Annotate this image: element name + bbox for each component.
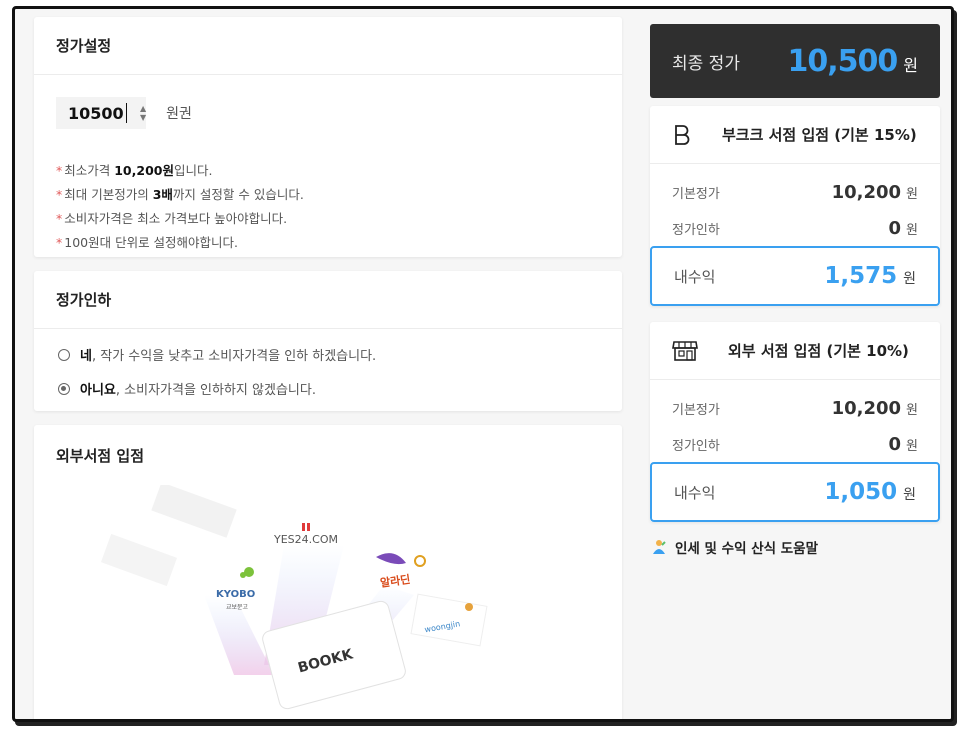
discount-option-yes[interactable]: 네, 작가 수익을 낮추고 소비자가격을 인하 하겠습니다. bbox=[58, 345, 376, 364]
stepper-up-icon[interactable]: ▲ bbox=[140, 104, 146, 113]
note-item: * 100원대 단위로 설정해야합니다. bbox=[56, 231, 304, 255]
note-text: 최소가격 bbox=[64, 163, 115, 178]
income-label: 내수익 bbox=[674, 267, 716, 286]
discount-value: 0 bbox=[888, 218, 902, 239]
price-input-value: 10500 bbox=[68, 103, 124, 123]
external-store-card: 외부 서점 입점 (기본 10%) 기본정가 10,200 원 정가인하 0 원… bbox=[650, 322, 940, 522]
unit-label: 원 bbox=[906, 223, 918, 238]
svg-text:YES24.COM: YES24.COM bbox=[273, 533, 338, 546]
deco-card bbox=[100, 533, 178, 587]
income-value: 1,575 bbox=[824, 263, 898, 289]
bookk-store-card: 부크크 서점 입점 (기본 15%) 기본정가 10,200 원 정가인하 0 … bbox=[650, 106, 940, 306]
bookk-store-header: 부크크 서점 입점 (기본 15%) bbox=[650, 106, 940, 164]
note-star-icon: * bbox=[56, 163, 63, 178]
unit-label: 원 bbox=[903, 271, 916, 287]
price-input[interactable]: 10500 bbox=[56, 97, 146, 129]
final-price-label: 최종 정가 bbox=[672, 53, 740, 74]
radio-yes[interactable] bbox=[58, 348, 70, 361]
unit-label: 원 bbox=[906, 403, 918, 418]
option-no-bold: 아니요 bbox=[80, 383, 116, 398]
external-store-title: 외부 서점 입점 (기본 10%) bbox=[728, 342, 909, 360]
income-value: 1,050 bbox=[824, 479, 898, 505]
note-star-icon: * bbox=[56, 187, 63, 202]
svg-text:KYOBO: KYOBO bbox=[216, 589, 255, 600]
bookk-income-box: 내수익 1,575 원 bbox=[650, 246, 940, 306]
svg-text:알라딘: 알라딘 bbox=[379, 572, 411, 590]
unit-label: 원 bbox=[906, 439, 918, 454]
price-input-row: 10500 ▲ ▼ 원권 bbox=[56, 97, 192, 129]
final-price-unit: 원 bbox=[903, 56, 918, 75]
note-item: * 최대 기본정가의 3배까지 설정할 수 있습니다. bbox=[56, 183, 304, 207]
base-price-value: 10,200 bbox=[831, 398, 902, 419]
option-yes-text: , 작가 수익을 낮추고 소비자가격을 인하 하겠습니다. bbox=[91, 349, 377, 364]
base-price-label: 기본정가 bbox=[672, 187, 720, 202]
option-yes-bold: 네 bbox=[80, 349, 92, 364]
royalty-help-link[interactable]: 인세 및 수익 산식 도움말 bbox=[651, 537, 818, 557]
yes24-logo: YES24.COM bbox=[273, 523, 338, 546]
ext-base-price-row: 기본정가 10,200 원 bbox=[672, 398, 918, 419]
ext-income-box: 내수익 1,050 원 bbox=[650, 462, 940, 522]
price-unit-label: 원권 bbox=[166, 106, 192, 122]
ext-discount-row: 정가인하 0 원 bbox=[672, 434, 918, 455]
discount-label: 정가인하 bbox=[672, 223, 720, 238]
bookk-discount-row: 정가인하 0 원 bbox=[672, 218, 918, 239]
note-bold: 10,200원 bbox=[114, 163, 174, 178]
help-person-icon bbox=[653, 540, 666, 554]
discount-title: 정가인하 bbox=[34, 271, 622, 329]
note-text: 100원대 단위로 설정해야합니다. bbox=[64, 235, 239, 250]
note-star-icon: * bbox=[56, 211, 63, 226]
option-no-text: , 소비자가격을 인하하지 않겠습니다. bbox=[115, 383, 316, 398]
svg-text:교보문고: 교보문고 bbox=[226, 604, 249, 611]
discount-option-no[interactable]: 아니요, 소비자가격을 인하하지 않겠습니다. bbox=[58, 379, 316, 398]
price-notes: * 최소가격 10,200원입니다. * 최대 기본정가의 3배까지 설정할 수 있… bbox=[56, 159, 304, 255]
discount-card: 정가인하 네, 작가 수익을 낮추고 소비자가격을 인하 하겠습니다. 아니요,… bbox=[34, 271, 622, 411]
help-link-label: 인세 및 수익 산식 도움말 bbox=[675, 541, 818, 557]
note-item: * 최소가격 10,200원입니다. bbox=[56, 159, 304, 183]
income-label: 내수익 bbox=[674, 483, 716, 502]
note-star-icon: * bbox=[56, 235, 63, 250]
price-setting-card: 정가설정 10500 ▲ ▼ 원권 * 최소가격 10,200원입니다. * 최대 … bbox=[34, 17, 622, 257]
woongjin-logo: woongjin bbox=[410, 593, 488, 647]
base-price-value: 10,200 bbox=[831, 182, 902, 203]
stepper-down-icon[interactable]: ▼ bbox=[140, 113, 146, 122]
bookk-base-price-row: 기본정가 10,200 원 bbox=[672, 182, 918, 203]
bookk-store-title: 부크크 서점 입점 (기본 15%) bbox=[722, 126, 917, 144]
external-store-header: 외부 서점 입점 (기본 10%) bbox=[650, 322, 940, 380]
bookk-b-icon bbox=[675, 124, 690, 145]
deco-card bbox=[151, 485, 237, 538]
price-setting-title: 정가설정 bbox=[34, 17, 622, 75]
price-stepper[interactable]: ▲ ▼ bbox=[140, 104, 146, 122]
radio-no[interactable] bbox=[58, 382, 70, 395]
note-text: 까지 설정할 수 있습니다. bbox=[172, 187, 304, 202]
note-text: 입니다. bbox=[173, 163, 213, 178]
unit-label: 원 bbox=[903, 487, 916, 503]
note-item: * 소비자가격은 최소 가격보다 높아야합니다. bbox=[56, 207, 304, 231]
storefront-icon bbox=[672, 340, 698, 361]
discount-value: 0 bbox=[888, 434, 902, 455]
final-price-value: 10,500 bbox=[787, 43, 898, 79]
note-text: 소비자가격은 최소 가격보다 높아야합니다. bbox=[64, 211, 288, 226]
external-stores-title: 외부서점 입점 bbox=[56, 447, 145, 465]
unit-label: 원 bbox=[906, 187, 918, 202]
discount-label: 정가인하 bbox=[672, 439, 720, 454]
window-frame: 정가설정 10500 ▲ ▼ 원권 * 최소가격 10,200원입니다. * 최대 … bbox=[12, 6, 954, 722]
bookstores-illustration: BOOKK YES24.COM KYOBO 교보문고 알라딘 woongjin bbox=[100, 485, 488, 710]
note-text: 최대 기본정가의 bbox=[64, 187, 153, 202]
aladin-logo: 알라딘 bbox=[376, 553, 426, 590]
final-price-panel: 최종 정가 10,500 원 bbox=[650, 24, 940, 98]
external-stores-card: 외부서점 입점 BOOKK YES24.COM KYOBO 교보문고 알라딘 w… bbox=[34, 425, 622, 719]
text-caret bbox=[125, 103, 127, 123]
note-bold: 3배 bbox=[152, 187, 173, 202]
base-price-label: 기본정가 bbox=[672, 403, 720, 418]
